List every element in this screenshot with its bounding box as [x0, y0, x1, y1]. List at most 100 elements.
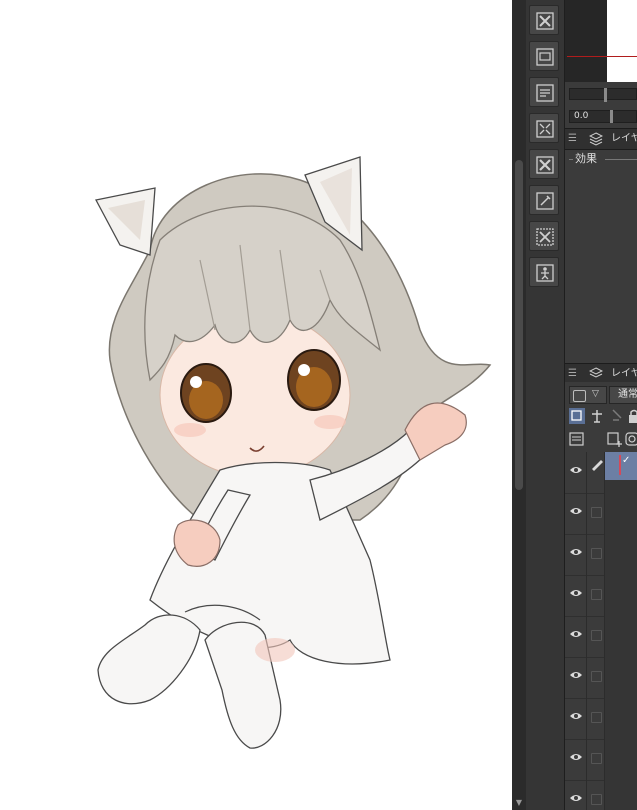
- layer-thumbnail: [605, 657, 637, 698]
- reference-layer-icon[interactable]: [589, 408, 605, 424]
- edit-icon: [536, 192, 554, 210]
- layer-row[interactable]: [565, 739, 637, 781]
- eye-icon[interactable]: [570, 752, 582, 762]
- new-vector-layer-icon[interactable]: [625, 431, 637, 447]
- character-illustration: [95, 156, 492, 749]
- layer-lock-checkbox[interactable]: [591, 671, 602, 682]
- eye-icon[interactable]: [570, 465, 582, 475]
- column-separator: [586, 698, 587, 739]
- effects-area: [565, 172, 637, 358]
- tab-layer[interactable]: レイヤー: [611, 367, 637, 381]
- effects-divider: [605, 159, 637, 160]
- transform-button[interactable]: [529, 113, 559, 143]
- layer-lock-checkbox[interactable]: [591, 548, 602, 559]
- rotation-slider-handle[interactable]: [610, 110, 613, 123]
- new-layer-icon[interactable]: [607, 431, 623, 447]
- column-separator: [586, 739, 587, 780]
- active-layer-marker: [619, 455, 621, 475]
- column-separator: [586, 534, 587, 575]
- eye-icon[interactable]: [570, 629, 582, 639]
- layer-blend-row: ▽ 通常: [567, 386, 637, 404]
- rotation-slider[interactable]: 0.0: [569, 110, 637, 123]
- delete-button[interactable]: [529, 149, 559, 179]
- layer-row[interactable]: ✓: [565, 452, 637, 494]
- canvas-vertical-scrollbar[interactable]: ▼: [512, 0, 526, 810]
- export-icon: [536, 84, 554, 102]
- layer-color-swatch: [573, 390, 586, 402]
- layer-row[interactable]: [565, 698, 637, 740]
- clear-layer-button[interactable]: [529, 5, 559, 35]
- column-separator: [586, 575, 587, 616]
- zoom-slider[interactable]: [569, 88, 637, 102]
- layer-thumbnail: [605, 616, 637, 657]
- layer-list: ✓: [565, 452, 637, 810]
- right-dock: 0.0 ☰ レイヤー 効果 ☰ レイヤー ▽ 通常: [565, 0, 637, 810]
- panel-menu-icon[interactable]: ☰: [568, 132, 580, 146]
- save-icon: [536, 48, 554, 66]
- layer-lock-checkbox[interactable]: [591, 712, 602, 723]
- export-button[interactable]: [529, 77, 559, 107]
- zoom-slider-handle[interactable]: [604, 88, 607, 102]
- eye-icon[interactable]: [570, 588, 582, 598]
- layer-color-button[interactable]: ▽: [569, 386, 607, 404]
- eye-icon[interactable]: [570, 547, 582, 557]
- layer-thumbnail: [605, 780, 637, 810]
- column-separator: [586, 780, 587, 810]
- column-separator: [586, 493, 587, 534]
- tab-layer-property[interactable]: レイヤー: [611, 132, 637, 146]
- checkmark-icon: ✓: [622, 455, 631, 466]
- scrollbar-thumb[interactable]: [515, 160, 523, 490]
- layer-lock-checkbox[interactable]: [591, 630, 602, 641]
- pose-figure-icon: [536, 264, 554, 282]
- layer-lock-checkbox[interactable]: [591, 794, 602, 805]
- eye-icon[interactable]: [570, 506, 582, 516]
- eye-icon[interactable]: [570, 793, 582, 803]
- blend-mode-select[interactable]: 通常: [609, 386, 637, 404]
- layer-row[interactable]: [565, 780, 637, 810]
- column-separator: [586, 452, 587, 493]
- eye-icon[interactable]: [570, 711, 582, 721]
- effects-divider: [569, 159, 573, 160]
- column-separator: [586, 657, 587, 698]
- delete-icon: [536, 156, 554, 174]
- layer-row[interactable]: [565, 534, 637, 576]
- column-separator: [586, 616, 587, 657]
- layer-property-panel-header: ☰ レイヤー: [565, 128, 637, 150]
- layer-row[interactable]: [565, 575, 637, 617]
- layer-row[interactable]: [565, 616, 637, 658]
- layer-thumbnail: [605, 493, 637, 534]
- clip-to-layer-icon[interactable]: [569, 408, 585, 424]
- clear-selection-button[interactable]: [529, 221, 559, 251]
- drawing-canvas[interactable]: [0, 0, 512, 810]
- layer-row[interactable]: [565, 657, 637, 699]
- layer-list-icon[interactable]: [569, 431, 585, 447]
- clear-selection-icon: [536, 228, 554, 246]
- eye-icon[interactable]: [570, 670, 582, 680]
- lock-layer-icon[interactable]: [627, 408, 637, 424]
- edit-button[interactable]: [529, 185, 559, 215]
- layer-lock-checkbox[interactable]: [591, 507, 602, 518]
- pose-figure-button[interactable]: [529, 257, 559, 287]
- command-bar: [526, 0, 565, 810]
- layer-lock-checkbox[interactable]: [591, 753, 602, 764]
- layer-thumbnail: [605, 534, 637, 575]
- layer-actions-row: [565, 429, 637, 449]
- layer-property-icon[interactable]: [589, 132, 603, 146]
- layer-row[interactable]: [565, 493, 637, 535]
- navigator-view-frame: [567, 56, 637, 57]
- panel-menu-icon[interactable]: ☰: [568, 367, 580, 381]
- layer-lock-checkbox[interactable]: [591, 589, 602, 600]
- draft-layer-icon[interactable]: [609, 408, 625, 424]
- save-button[interactable]: [529, 41, 559, 71]
- pen-icon: [592, 460, 603, 471]
- layer-options-row: [565, 406, 637, 426]
- transform-icon: [536, 120, 554, 138]
- layer-thumbnail: [605, 698, 637, 739]
- active-layer-selection[interactable]: ✓: [605, 452, 637, 480]
- navigator-preview[interactable]: [565, 0, 637, 82]
- layers-icon[interactable]: [589, 367, 603, 381]
- rotation-value: 0.0: [574, 111, 589, 121]
- layer-thumbnail: [605, 739, 637, 780]
- scroll-down-arrow-icon[interactable]: ▼: [514, 798, 524, 808]
- effects-label: 効果: [575, 152, 597, 165]
